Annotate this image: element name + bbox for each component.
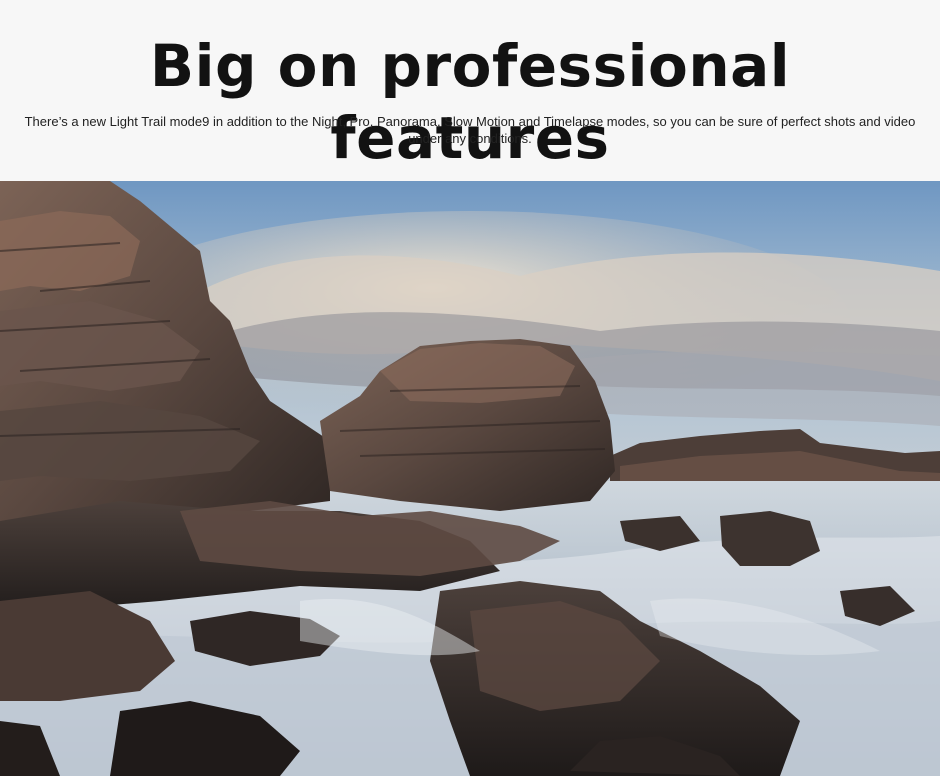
feature-header: Big on professional features There’s a n… — [0, 0, 940, 181]
page-title: Big on professional features — [149, 32, 791, 172]
hero-photo — [0, 181, 940, 776]
coastline-illustration — [0, 181, 940, 776]
feature-description: There’s a new Light Trail mode9 in addit… — [24, 114, 916, 146]
